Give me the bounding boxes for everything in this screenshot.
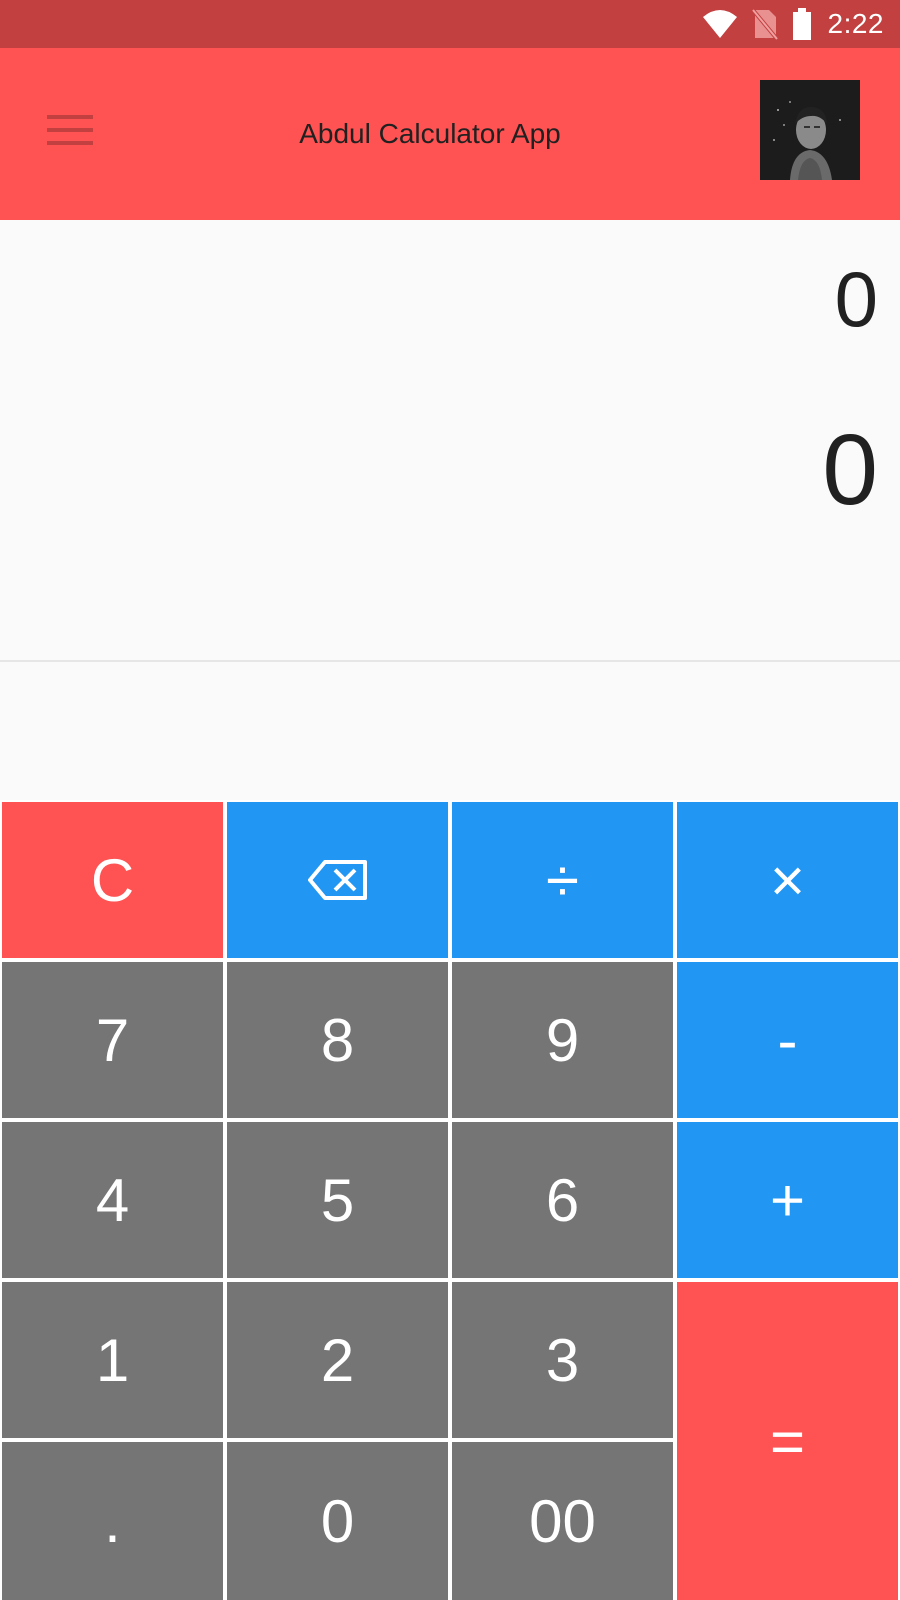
calculator-screen: 2:22 Abdul Calculator App 0 0 C ÷ × 7 8 … bbox=[0, 0, 900, 1600]
expression-display: 0 bbox=[834, 255, 878, 343]
digit-4-button[interactable]: 4 bbox=[2, 1122, 223, 1278]
app-bar: Abdul Calculator App bbox=[0, 48, 900, 220]
digit-0-button[interactable]: 0 bbox=[227, 1442, 448, 1600]
display-divider bbox=[0, 660, 900, 662]
backspace-icon bbox=[307, 846, 369, 915]
digit-2-button[interactable]: 2 bbox=[227, 1282, 448, 1438]
digit-8-button[interactable]: 8 bbox=[227, 962, 448, 1118]
divide-button[interactable]: ÷ bbox=[452, 802, 673, 958]
status-time: 2:22 bbox=[827, 8, 884, 39]
clear-button[interactable]: C bbox=[2, 802, 223, 958]
digit-3-button[interactable]: 3 bbox=[452, 1282, 673, 1438]
digit-5-button[interactable]: 5 bbox=[227, 1122, 448, 1278]
app-title: Abdul Calculator App bbox=[299, 118, 561, 149]
battery-icon bbox=[792, 8, 812, 40]
digit-1-button[interactable]: 1 bbox=[2, 1282, 223, 1438]
plus-button[interactable]: + bbox=[677, 1122, 898, 1278]
calculator-display: 0 0 bbox=[0, 220, 900, 660]
keypad: C ÷ × 7 8 9 - 4 5 6 + 1 2 3 = . 0 00 bbox=[0, 800, 900, 1600]
digit-9-button[interactable]: 9 bbox=[452, 962, 673, 1118]
wifi-icon bbox=[702, 9, 738, 39]
digit-6-button[interactable]: 6 bbox=[452, 1122, 673, 1278]
double-zero-button[interactable]: 00 bbox=[452, 1442, 673, 1600]
digit-7-button[interactable]: 7 bbox=[2, 962, 223, 1118]
decimal-button[interactable]: . bbox=[2, 1442, 223, 1600]
equals-button[interactable]: = bbox=[677, 1282, 898, 1600]
no-sim-icon bbox=[751, 8, 778, 40]
multiply-button[interactable]: × bbox=[677, 802, 898, 958]
backspace-button[interactable] bbox=[227, 802, 448, 958]
status-bar: 2:22 bbox=[0, 0, 900, 48]
result-display: 0 bbox=[822, 414, 878, 526]
minus-button[interactable]: - bbox=[677, 962, 898, 1118]
profile-avatar[interactable] bbox=[760, 80, 860, 180]
